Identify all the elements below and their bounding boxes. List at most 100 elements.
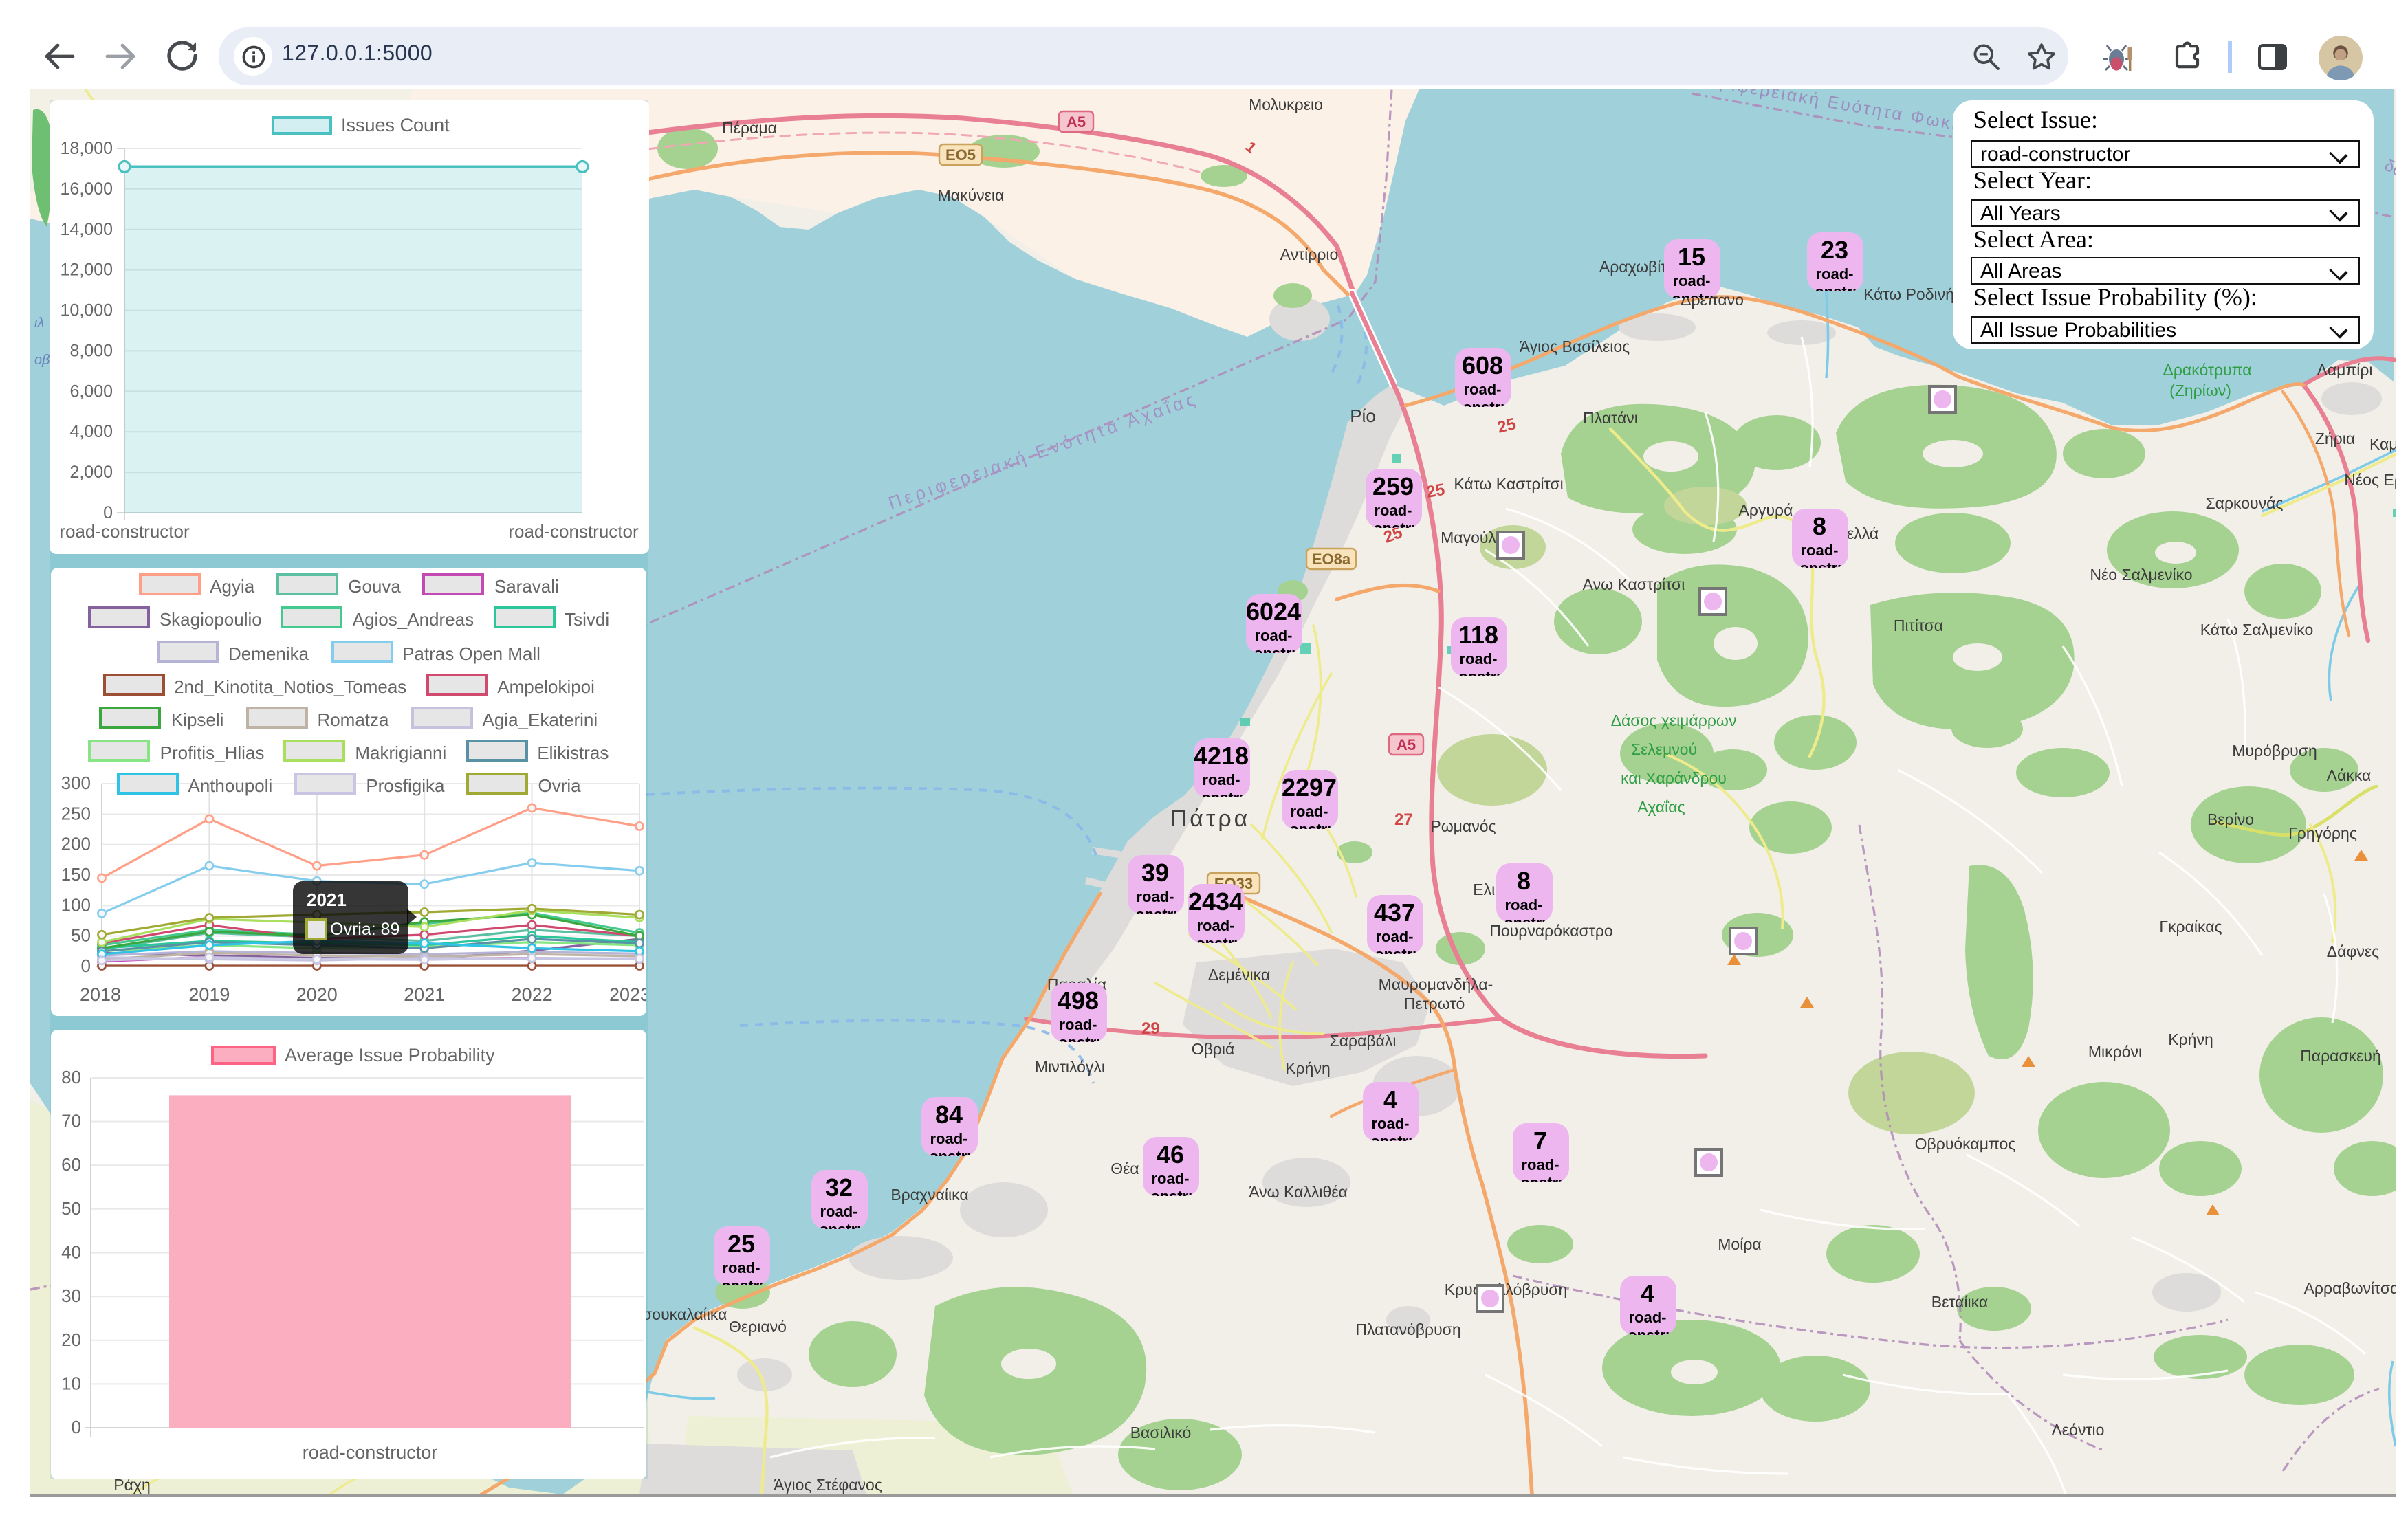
svg-text:Νέο Σαλμενίκο: Νέο Σαλμενίκο <box>2090 566 2192 584</box>
svg-text:Ανω Καστρίτσι: Ανω Καστρίτσι <box>1583 575 1685 593</box>
svg-text:4,000: 4,000 <box>69 422 113 441</box>
svg-text:Κάτω Καστρίτσι: Κάτω Καστρίτσι <box>1454 475 1563 493</box>
svg-text:20: 20 <box>61 1329 81 1350</box>
svg-text:30: 30 <box>61 1285 81 1306</box>
svg-text:Νέος Ερ: Νέος Ερ <box>2344 471 2396 489</box>
svg-text:25: 25 <box>1425 480 1446 502</box>
svg-text:Βερίνο: Βερίνο <box>2207 810 2254 828</box>
svg-text:2019: 2019 <box>188 984 230 1005</box>
svg-text:70: 70 <box>61 1111 81 1131</box>
svg-text:Άνω Καλλιθέα: Άνω Καλλιθέα <box>1249 1183 1348 1201</box>
svg-text:2018: 2018 <box>80 984 121 1005</box>
svg-text:EO8a: EO8a <box>1312 551 1351 568</box>
svg-text:Μικρόνι: Μικρόνι <box>2088 1043 2142 1061</box>
svg-text:Γρηγόρης: Γρηγόρης <box>2288 824 2357 842</box>
svg-text:A5: A5 <box>1397 736 1416 753</box>
svg-text:Πιτίτσα: Πιτίτσα <box>1894 617 1943 634</box>
svg-text:2,000: 2,000 <box>69 463 113 482</box>
svg-text:Λάκκα: Λάκκα <box>2327 766 2372 784</box>
svg-text:Σαρκουνάς: Σαρκουνάς <box>2205 494 2283 512</box>
svg-text:Μοίρα: Μοίρα <box>1718 1235 1761 1253</box>
svg-text:road-constructor: road-constructor <box>508 521 639 542</box>
svg-text:ιλ: ιλ <box>34 316 44 331</box>
svg-text:Λαμπίρι: Λαμπίρι <box>2317 361 2372 379</box>
svg-text:Πέραμα: Πέραμα <box>722 119 777 137</box>
svg-text:2020: 2020 <box>296 984 338 1005</box>
svg-text:18,000: 18,000 <box>61 139 113 158</box>
svg-text:Αχαΐας: Αχαΐας <box>1637 798 1685 816</box>
svg-text:50: 50 <box>61 1198 81 1219</box>
svg-text:60: 60 <box>61 1154 81 1175</box>
svg-text:Πάτρα: Πάτρα <box>1170 806 1251 832</box>
svg-text:Κρυσταλλόβρυση: Κρυσταλλόβρυση <box>1445 1281 1568 1298</box>
svg-text:Πετρωτό: Πετρωτό <box>1404 995 1465 1013</box>
svg-text:A5: A5 <box>1066 113 1086 131</box>
svg-text:Αντίρριο: Αντίρριο <box>1280 245 1339 263</box>
svg-text:Πουρναρόκαστρο: Πουρναρόκαστρο <box>1489 922 1612 940</box>
svg-text:2021: 2021 <box>404 984 445 1005</box>
svg-text:Άγιος Βασίλειος: Άγιος Βασίλειος <box>1520 338 1630 355</box>
svg-text:16,000: 16,000 <box>61 179 113 199</box>
svg-text:40: 40 <box>61 1242 81 1263</box>
svg-text:Μακύνεια: Μακύνεια <box>938 186 1005 204</box>
svg-text:road-constructor: road-constructor <box>59 521 190 542</box>
svg-text:Κρήνη: Κρήνη <box>2168 1030 2213 1048</box>
svg-text:2023: 2023 <box>609 984 646 1005</box>
svg-text:150: 150 <box>61 864 91 885</box>
svg-text:2022: 2022 <box>512 984 553 1005</box>
svg-text:Δάσος χειμάρρων: Δάσος χειμάρρων <box>1611 711 1737 729</box>
svg-text:Ζήρια: Ζήρια <box>2315 430 2355 447</box>
svg-text:Σαραβάλι: Σαραβάλι <box>1329 1032 1396 1050</box>
svg-text:Θεριανό: Θεριανό <box>729 1318 787 1336</box>
svg-text:και Χαράνδρου: και Χαράνδρου <box>1621 769 1727 787</box>
svg-text:Θέα: Θέα <box>1110 1160 1139 1177</box>
svg-text:Μυρόβρυση: Μυρόβρυση <box>2232 742 2317 760</box>
svg-text:Κάτω Ροδινή: Κάτω Ροδινή <box>1863 285 1954 303</box>
svg-text:29: 29 <box>1141 1019 1160 1038</box>
svg-text:0: 0 <box>81 955 91 976</box>
svg-text:12,000: 12,000 <box>61 261 113 280</box>
svg-text:Δρακότρυπα: Δρακότρυπα <box>2163 361 2251 379</box>
svg-text:Issues Count: Issues Count <box>341 115 450 135</box>
svg-text:Ρωμανός: Ρωμανός <box>1430 817 1496 835</box>
svg-text:Μαυρομανδήλα-: Μαυρομανδήλα- <box>1379 975 1493 993</box>
svg-text:Σελεμνού: Σελεμνού <box>1631 740 1697 758</box>
svg-text:27: 27 <box>1394 810 1413 829</box>
svg-text:Πλατάνι: Πλατάνι <box>1583 409 1638 427</box>
svg-text:8,000: 8,000 <box>69 341 113 360</box>
svg-text:Μιντιλόγλι: Μιντιλόγλι <box>1035 1058 1105 1076</box>
svg-text:Άγιος Στέφανος: Άγιος Στέφανος <box>774 1476 882 1494</box>
svg-text:10: 10 <box>61 1373 81 1393</box>
svg-text:Βραχναίικα: Βραχναίικα <box>890 1186 968 1204</box>
svg-text:0: 0 <box>103 503 113 522</box>
svg-text:Αρραβωνίτσα: Αρραβωνίτσα <box>2304 1279 2396 1297</box>
svg-text:50: 50 <box>71 925 91 946</box>
svg-text:οβ: οβ <box>34 353 50 368</box>
svg-text:Βασιλικό: Βασιλικό <box>1130 1424 1192 1441</box>
svg-text:200: 200 <box>61 834 91 854</box>
svg-text:Average Issue Probability: Average Issue Probability <box>285 1045 495 1065</box>
svg-text:Κάτω Σαλμενίκο: Κάτω Σαλμενίκο <box>2200 621 2314 639</box>
svg-text:Κρήνη: Κρήνη <box>1285 1059 1331 1077</box>
svg-text:road-constructor: road-constructor <box>303 1442 438 1463</box>
svg-text:Βεταίικα: Βεταίικα <box>1931 1293 1988 1311</box>
svg-text:Παρασκευή: Παρασκευή <box>2300 1047 2381 1065</box>
svg-text:Οβρυόκαμπος: Οβρυόκαμπος <box>1915 1135 2016 1153</box>
svg-text:Δάφνες: Δάφνες <box>2327 942 2379 960</box>
svg-text:ΒΙΠΕ Πάτρας: ΒΙΠΕ Πάτρας <box>741 1496 831 1497</box>
svg-text:Ρίο: Ρίο <box>1350 406 1376 426</box>
svg-text:Λεόντιο: Λεόντιο <box>2052 1421 2105 1439</box>
svg-text:(Ζηρίων): (Ζηρίων) <box>2169 381 2231 399</box>
svg-text:Μολυκρειο: Μολυκρειο <box>1249 96 1323 113</box>
svg-text:250: 250 <box>61 803 91 823</box>
svg-text:Αργυρά: Αργυρά <box>1739 501 1793 519</box>
svg-text:80: 80 <box>61 1067 81 1087</box>
svg-text:10,000: 10,000 <box>61 301 113 320</box>
svg-text:Καμάρ: Καμάρ <box>2369 435 2396 453</box>
svg-text:EO5: EO5 <box>945 146 976 164</box>
svg-text:100: 100 <box>61 894 91 915</box>
svg-text:Γκραίκας: Γκραίκας <box>2159 918 2222 936</box>
svg-text:Τσουκαλαίικα: Τσουκαλαίικα <box>635 1305 727 1323</box>
svg-text:Δεμένικα: Δεμένικα <box>1208 966 1270 984</box>
svg-text:0: 0 <box>72 1417 81 1437</box>
